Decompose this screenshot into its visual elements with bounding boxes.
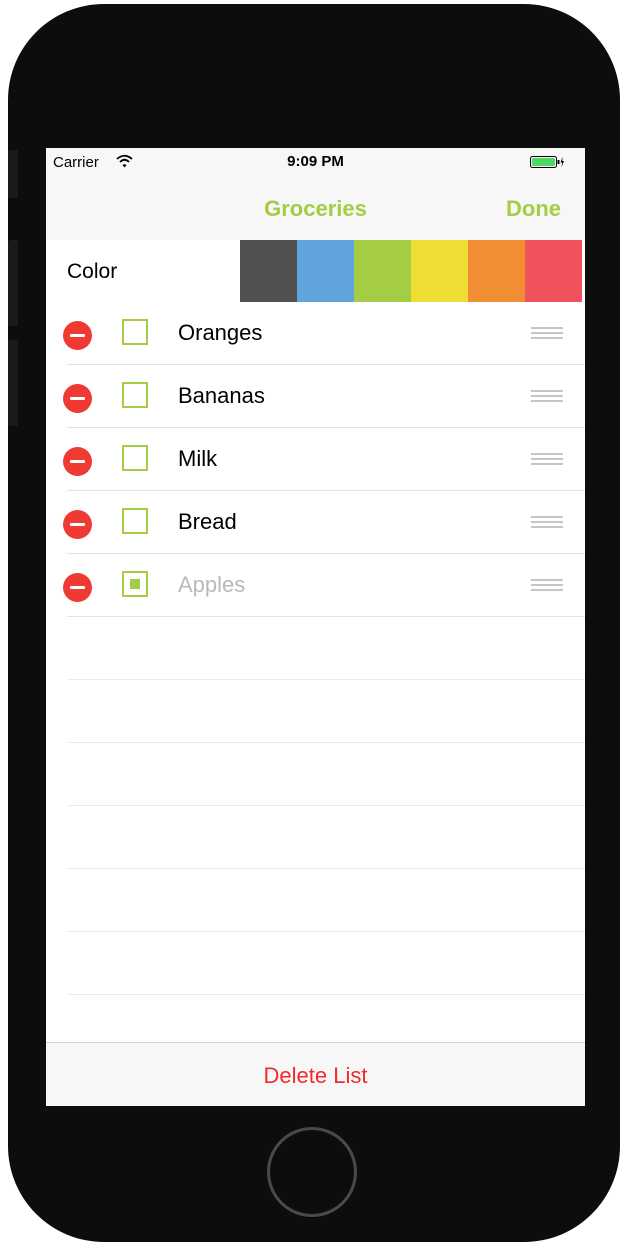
empty-rows bbox=[46, 617, 585, 995]
checkbox[interactable] bbox=[122, 508, 148, 534]
list-item: Apples bbox=[46, 554, 585, 617]
reorder-icon[interactable] bbox=[531, 390, 563, 403]
reorder-icon[interactable] bbox=[531, 453, 563, 466]
color-swatch-1[interactable] bbox=[297, 240, 354, 302]
list-item: Bread bbox=[46, 491, 585, 554]
item-label[interactable]: Milk bbox=[178, 446, 217, 472]
grocery-list: Oranges Bananas Milk Bread Apples bbox=[46, 302, 585, 617]
reorder-icon[interactable] bbox=[531, 579, 563, 592]
color-swatch-2[interactable] bbox=[354, 240, 411, 302]
color-swatch-4[interactable] bbox=[468, 240, 525, 302]
checkbox[interactable] bbox=[122, 319, 148, 345]
screen: Carrier 9:09 PM Groceries Done Color Ora… bbox=[46, 148, 585, 1106]
empty-row bbox=[46, 680, 585, 743]
item-label[interactable]: Bananas bbox=[178, 383, 265, 409]
battery-icon bbox=[530, 156, 564, 168]
done-button[interactable]: Done bbox=[506, 196, 561, 222]
checkbox[interactable] bbox=[122, 571, 148, 597]
item-label[interactable]: Apples bbox=[178, 572, 245, 598]
bottom-toolbar: Delete List bbox=[46, 1042, 585, 1106]
color-picker-row: Color bbox=[46, 240, 585, 302]
reorder-icon[interactable] bbox=[531, 516, 563, 529]
empty-row bbox=[46, 932, 585, 995]
delete-icon[interactable] bbox=[63, 321, 92, 350]
delete-icon[interactable] bbox=[63, 510, 92, 539]
mute-switch bbox=[8, 150, 18, 198]
color-label: Color bbox=[67, 260, 118, 283]
item-label[interactable]: Oranges bbox=[178, 320, 262, 346]
color-swatch-0[interactable] bbox=[240, 240, 297, 302]
list-item: Milk bbox=[46, 428, 585, 491]
home-button[interactable] bbox=[267, 1127, 357, 1217]
navigation-bar: Groceries Done bbox=[46, 176, 585, 240]
reorder-icon[interactable] bbox=[531, 327, 563, 340]
empty-row bbox=[46, 617, 585, 680]
list-item: Oranges bbox=[46, 302, 585, 365]
status-time: 9:09 PM bbox=[287, 153, 344, 170]
empty-row bbox=[46, 806, 585, 869]
color-swatches bbox=[240, 240, 582, 302]
color-swatch-3[interactable] bbox=[411, 240, 468, 302]
volume-up-button bbox=[8, 240, 18, 326]
checkbox[interactable] bbox=[122, 445, 148, 471]
volume-down-button bbox=[8, 340, 18, 426]
delete-icon[interactable] bbox=[63, 573, 92, 602]
delete-icon[interactable] bbox=[63, 384, 92, 413]
checkbox[interactable] bbox=[122, 382, 148, 408]
empty-row bbox=[46, 743, 585, 806]
list-item: Bananas bbox=[46, 365, 585, 428]
delete-list-button[interactable]: Delete List bbox=[46, 1063, 585, 1089]
color-swatch-5[interactable] bbox=[525, 240, 582, 302]
delete-icon[interactable] bbox=[63, 447, 92, 476]
page-title: Groceries bbox=[264, 196, 367, 221]
item-label[interactable]: Bread bbox=[178, 509, 237, 535]
status-bar: Carrier 9:09 PM bbox=[46, 148, 585, 176]
empty-row bbox=[46, 869, 585, 932]
